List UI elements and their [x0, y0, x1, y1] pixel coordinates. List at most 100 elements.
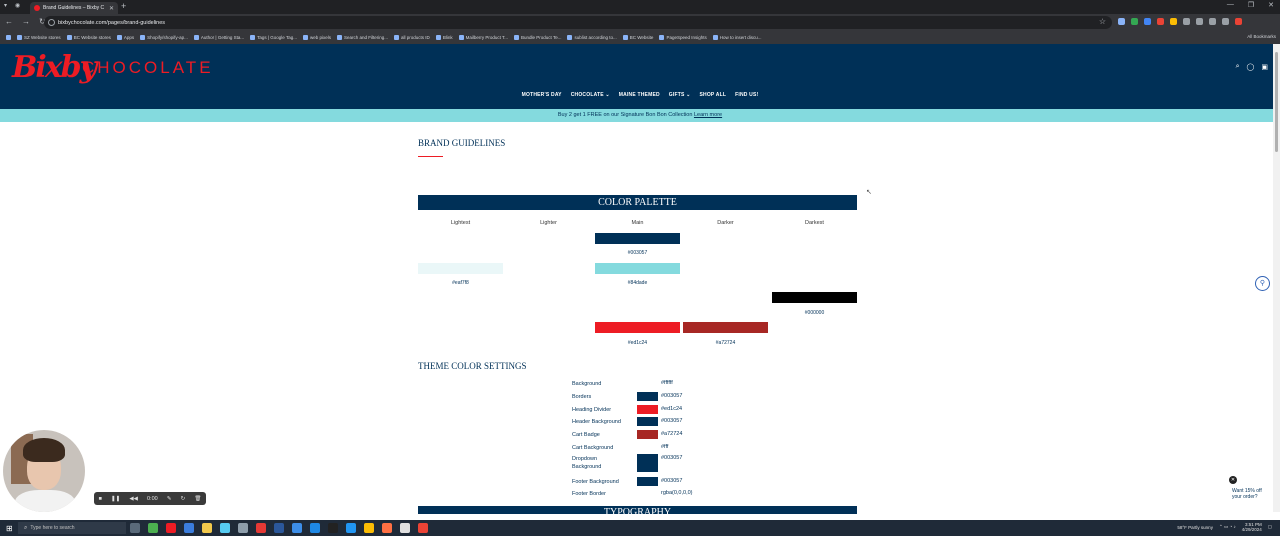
- file-explorer-icon[interactable]: [202, 523, 212, 533]
- new-tab-button[interactable]: +: [121, 1, 126, 11]
- bookmark-label: Shopify/shopify-ap...: [147, 35, 188, 40]
- extension-icon[interactable]: [1131, 18, 1138, 25]
- nav-item-shop-all[interactable]: SHOP ALL: [700, 92, 727, 98]
- swatch-red-darker: [683, 322, 768, 333]
- theme-setting-value: #003057: [661, 393, 683, 399]
- account-icon[interactable]: ◯: [1247, 63, 1255, 71]
- bookmark-item[interactable]: BC Website: [622, 35, 653, 40]
- bookmark-item[interactable]: Mailberry Product T...: [458, 35, 508, 40]
- drawing-icon[interactable]: ✎: [167, 496, 172, 502]
- swatch-code-red-main: #ed1c24: [627, 340, 648, 346]
- app-icon[interactable]: [274, 523, 284, 533]
- restart-icon[interactable]: ↻: [181, 496, 186, 502]
- profile-icon[interactable]: [1222, 18, 1229, 25]
- weather-widget[interactable]: 58°F Partly sunny: [1177, 525, 1213, 530]
- cart-icon[interactable]: ▣: [1261, 63, 1268, 71]
- nav-item-find-us[interactable]: FIND US!: [735, 92, 758, 98]
- browser-tab-active[interactable]: Brand Guidelines – Bixby C ✕: [30, 2, 118, 14]
- address-bar[interactable]: bixbychocolate.com/pages/brand-guideline…: [44, 16, 1112, 29]
- trash-icon[interactable]: 🗑: [194, 496, 201, 502]
- app-icon[interactable]: [400, 523, 410, 533]
- task-view-icon[interactable]: [130, 523, 140, 533]
- bookmark-item[interactable]: Blink: [435, 35, 453, 40]
- maximize-icon[interactable]: ❐: [1248, 1, 1254, 9]
- bookmark-item[interactable]: web pixels: [303, 35, 331, 40]
- bookmark-item[interactable]: PageSpeed Insights: [659, 35, 707, 40]
- bookmark-item[interactable]: Bundle Product Te...: [514, 35, 561, 40]
- tab-close-icon[interactable]: ✕: [109, 5, 114, 12]
- discount-popup-teaser[interactable]: Want 15% off your order?: [1232, 488, 1262, 500]
- bookmark-item[interactable]: all products ID: [394, 35, 430, 40]
- nav-item-gifts[interactable]: GIFTS ⌄: [669, 92, 691, 98]
- nav-item-mothers-day[interactable]: MOTHER'S DAY: [522, 92, 562, 98]
- nav-item-chocolate[interactable]: CHOCOLATE ⌄: [571, 92, 610, 98]
- pinned-tab-icon[interactable]: ◉: [15, 2, 20, 9]
- rewind-icon[interactable]: ◀◀: [129, 496, 137, 502]
- extensions-puzzle-icon[interactable]: [1183, 18, 1190, 25]
- app-icon[interactable]: [346, 523, 356, 533]
- menu-kebab-icon[interactable]: [1235, 18, 1242, 25]
- app-icon[interactable]: [148, 523, 158, 533]
- bookmark-item[interactable]: BC Website stores: [66, 35, 111, 40]
- bookmark-label: PageSpeed Insights: [666, 35, 707, 40]
- all-bookmarks-button[interactable]: All Bookmarks: [1243, 34, 1276, 39]
- clock[interactable]: 3:51 PM 4/29/2024: [1242, 522, 1262, 532]
- app-icon[interactable]: [238, 523, 248, 533]
- forward-icon[interactable]: →: [22, 17, 30, 26]
- stop-icon[interactable]: ■: [99, 496, 102, 502]
- brand-logo-wordmark[interactable]: CHOCOLATE: [82, 58, 214, 78]
- chrome-icon[interactable]: [256, 523, 266, 533]
- app-icon[interactable]: [382, 523, 392, 533]
- browser-toolbar: ← → ↻ bixbychocolate.com/pages/brand-gui…: [0, 14, 1280, 31]
- app-icon[interactable]: [418, 523, 428, 533]
- minimize-icon[interactable]: —: [1227, 1, 1234, 9]
- app-icon[interactable]: [328, 523, 338, 533]
- app-icon[interactable]: [166, 523, 176, 533]
- bookmark-item[interactable]: Tags | Google Tag...: [250, 35, 297, 40]
- popup-close-button[interactable]: ✕: [1229, 476, 1237, 484]
- promo-learn-more-link[interactable]: Learn more: [694, 112, 722, 118]
- search-icon[interactable]: ⌕: [1236, 63, 1240, 71]
- mouse-cursor-icon: ↖: [866, 189, 872, 196]
- pause-icon[interactable]: ❚❚: [111, 496, 120, 502]
- taskbar-search-icon: ⌕: [24, 524, 28, 531]
- bookmark-label: Blink: [442, 35, 453, 40]
- bookmark-item[interactable]: Search and Filtering...: [337, 35, 388, 40]
- windows-start-icon[interactable]: ⊞: [6, 524, 13, 533]
- notification-icon[interactable]: ▢: [1268, 524, 1272, 530]
- app-icon[interactable]: [220, 523, 230, 533]
- nav-item-maine-themed[interactable]: MAINE THEMED: [619, 92, 660, 98]
- bookmark-item[interactable]: Apps: [116, 35, 134, 40]
- tab-search-icon[interactable]: ▾: [4, 2, 7, 9]
- bookmark-label: all products ID: [401, 35, 430, 40]
- window-close-icon[interactable]: ✕: [1268, 1, 1274, 9]
- tray-icons[interactable]: ⌃ ▭ ◔ ♪: [1219, 524, 1236, 530]
- header-icons: ⌕ ◯ ▣: [1236, 63, 1268, 71]
- app-icon[interactable]: [184, 523, 194, 533]
- extension-icon[interactable]: [1157, 18, 1164, 25]
- extension-icon[interactable]: [1118, 18, 1125, 25]
- app-icon[interactable]: [292, 523, 302, 533]
- app-icon[interactable]: [364, 523, 374, 533]
- extension-icon[interactable]: [1144, 18, 1151, 25]
- extension-icon[interactable]: [1170, 18, 1177, 25]
- site-info-icon[interactable]: [48, 19, 55, 26]
- taskbar-search[interactable]: ⌕ Type here to search: [18, 522, 126, 534]
- apps-grid-icon[interactable]: [6, 35, 11, 40]
- bookmark-item[interactable]: Shopify/shopify-ap...: [140, 35, 188, 40]
- bookmark-star-icon[interactable]: ☆: [1099, 17, 1106, 26]
- scrollbar-thumb[interactable]: [1275, 52, 1278, 152]
- downloads-icon[interactable]: [1209, 18, 1216, 25]
- bookmark-item[interactable]: How to insert discu...: [712, 35, 761, 40]
- sidebar-icon[interactable]: [1196, 18, 1203, 25]
- bookmark-item[interactable]: SZ Website stores: [17, 35, 61, 40]
- bookmark-item[interactable]: sublist according to...: [567, 35, 617, 40]
- app-icon[interactable]: [310, 523, 320, 533]
- bookmark-label: Bundle Product Te...: [521, 35, 562, 40]
- bookmark-item[interactable]: Author | Getting Sta...: [193, 35, 244, 40]
- theme-setting-value: #003057: [661, 418, 683, 424]
- theme-setting-value: rgba(0,0,0,0): [661, 490, 693, 496]
- nav-buttons: ← → ↻: [5, 17, 46, 26]
- accessibility-icon[interactable]: ⚲: [1255, 276, 1270, 291]
- back-icon[interactable]: ←: [5, 17, 13, 26]
